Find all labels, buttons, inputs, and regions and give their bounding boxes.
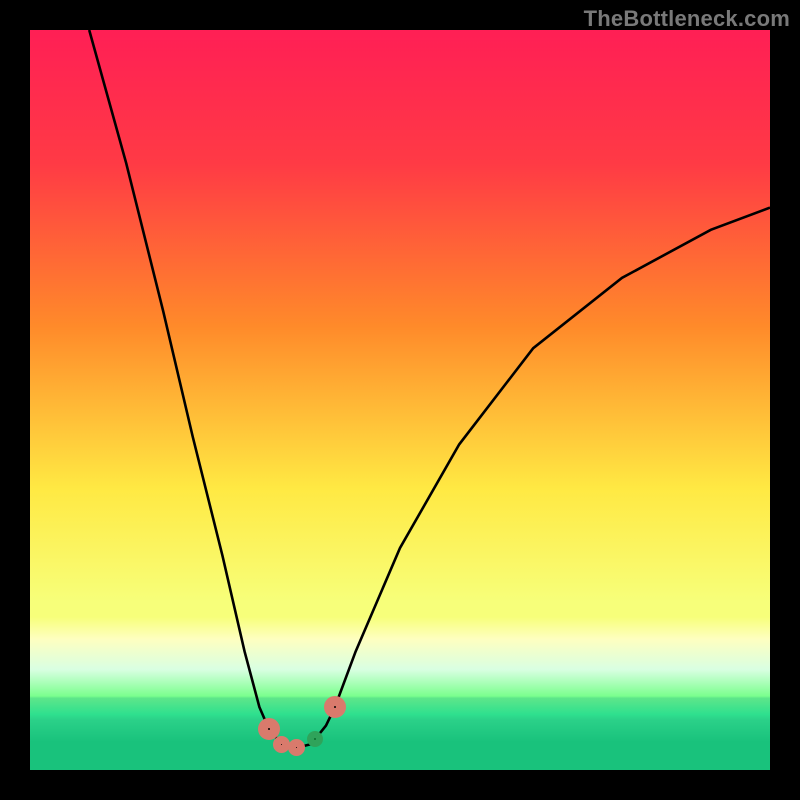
bottleneck-curve xyxy=(30,30,770,770)
marker-current xyxy=(307,731,323,747)
attribution-text: TheBottleneck.com xyxy=(584,6,790,32)
chart-area xyxy=(30,30,770,770)
marker-ring-large xyxy=(324,696,346,718)
marker-ring-small xyxy=(288,739,305,756)
